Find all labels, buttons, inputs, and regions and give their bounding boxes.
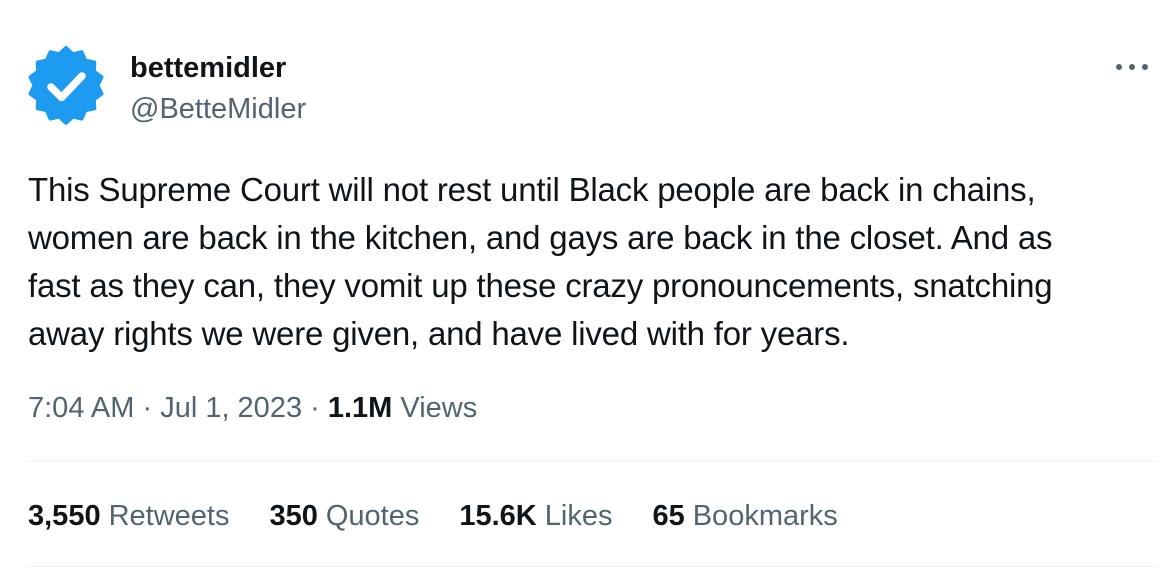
verified-badge-icon (28, 46, 104, 125)
author-handle[interactable]: @BetteMidler (130, 91, 306, 127)
divider (26, 566, 1158, 567)
tweet-text: This Supreme Court will not rest until B… (28, 171, 1053, 352)
engagement-stats: 3,550 Retweets 350 Quotes 15.6K Likes 65 Boo… (28, 496, 838, 536)
tweet-time[interactable]: 7:04 AM (28, 392, 134, 424)
views-count: 1.1M (327, 392, 393, 424)
separator-dot: · (142, 392, 161, 424)
author-name[interactable]: bettemidler (130, 50, 286, 86)
separator-dot: · (310, 392, 328, 424)
retweets-label: Retweets (108, 500, 230, 532)
more-button[interactable] (1112, 52, 1152, 82)
bookmarks-stat[interactable]: 65 Bookmarks (652, 496, 837, 536)
bookmarks-label: Bookmarks (692, 500, 838, 532)
quotes-stat[interactable]: 350 Quotes (269, 496, 419, 536)
likes-count: 15.6K (459, 500, 537, 532)
retweets-stat[interactable]: 3,550 Retweets (28, 496, 229, 536)
more-horizontal-icon (1116, 64, 1148, 70)
divider (26, 461, 1158, 462)
likes-stat[interactable]: 15.6K Likes (459, 496, 612, 536)
bookmarks-count: 65 (652, 500, 685, 532)
quotes-count: 350 (269, 500, 318, 532)
views-label: Views (400, 392, 478, 424)
tweet: bettemidler @BetteMidler This Supreme Co… (0, 0, 1176, 570)
quotes-label: Quotes (325, 500, 420, 532)
tweet-date[interactable]: Jul 1, 2023 (160, 392, 302, 424)
tweet-meta: 7:04 AM · Jul 1, 2023 · 1.1M Views (28, 388, 477, 428)
likes-label: Likes (544, 500, 613, 532)
avatar[interactable] (26, 46, 106, 126)
retweets-count: 3,550 (28, 500, 101, 532)
